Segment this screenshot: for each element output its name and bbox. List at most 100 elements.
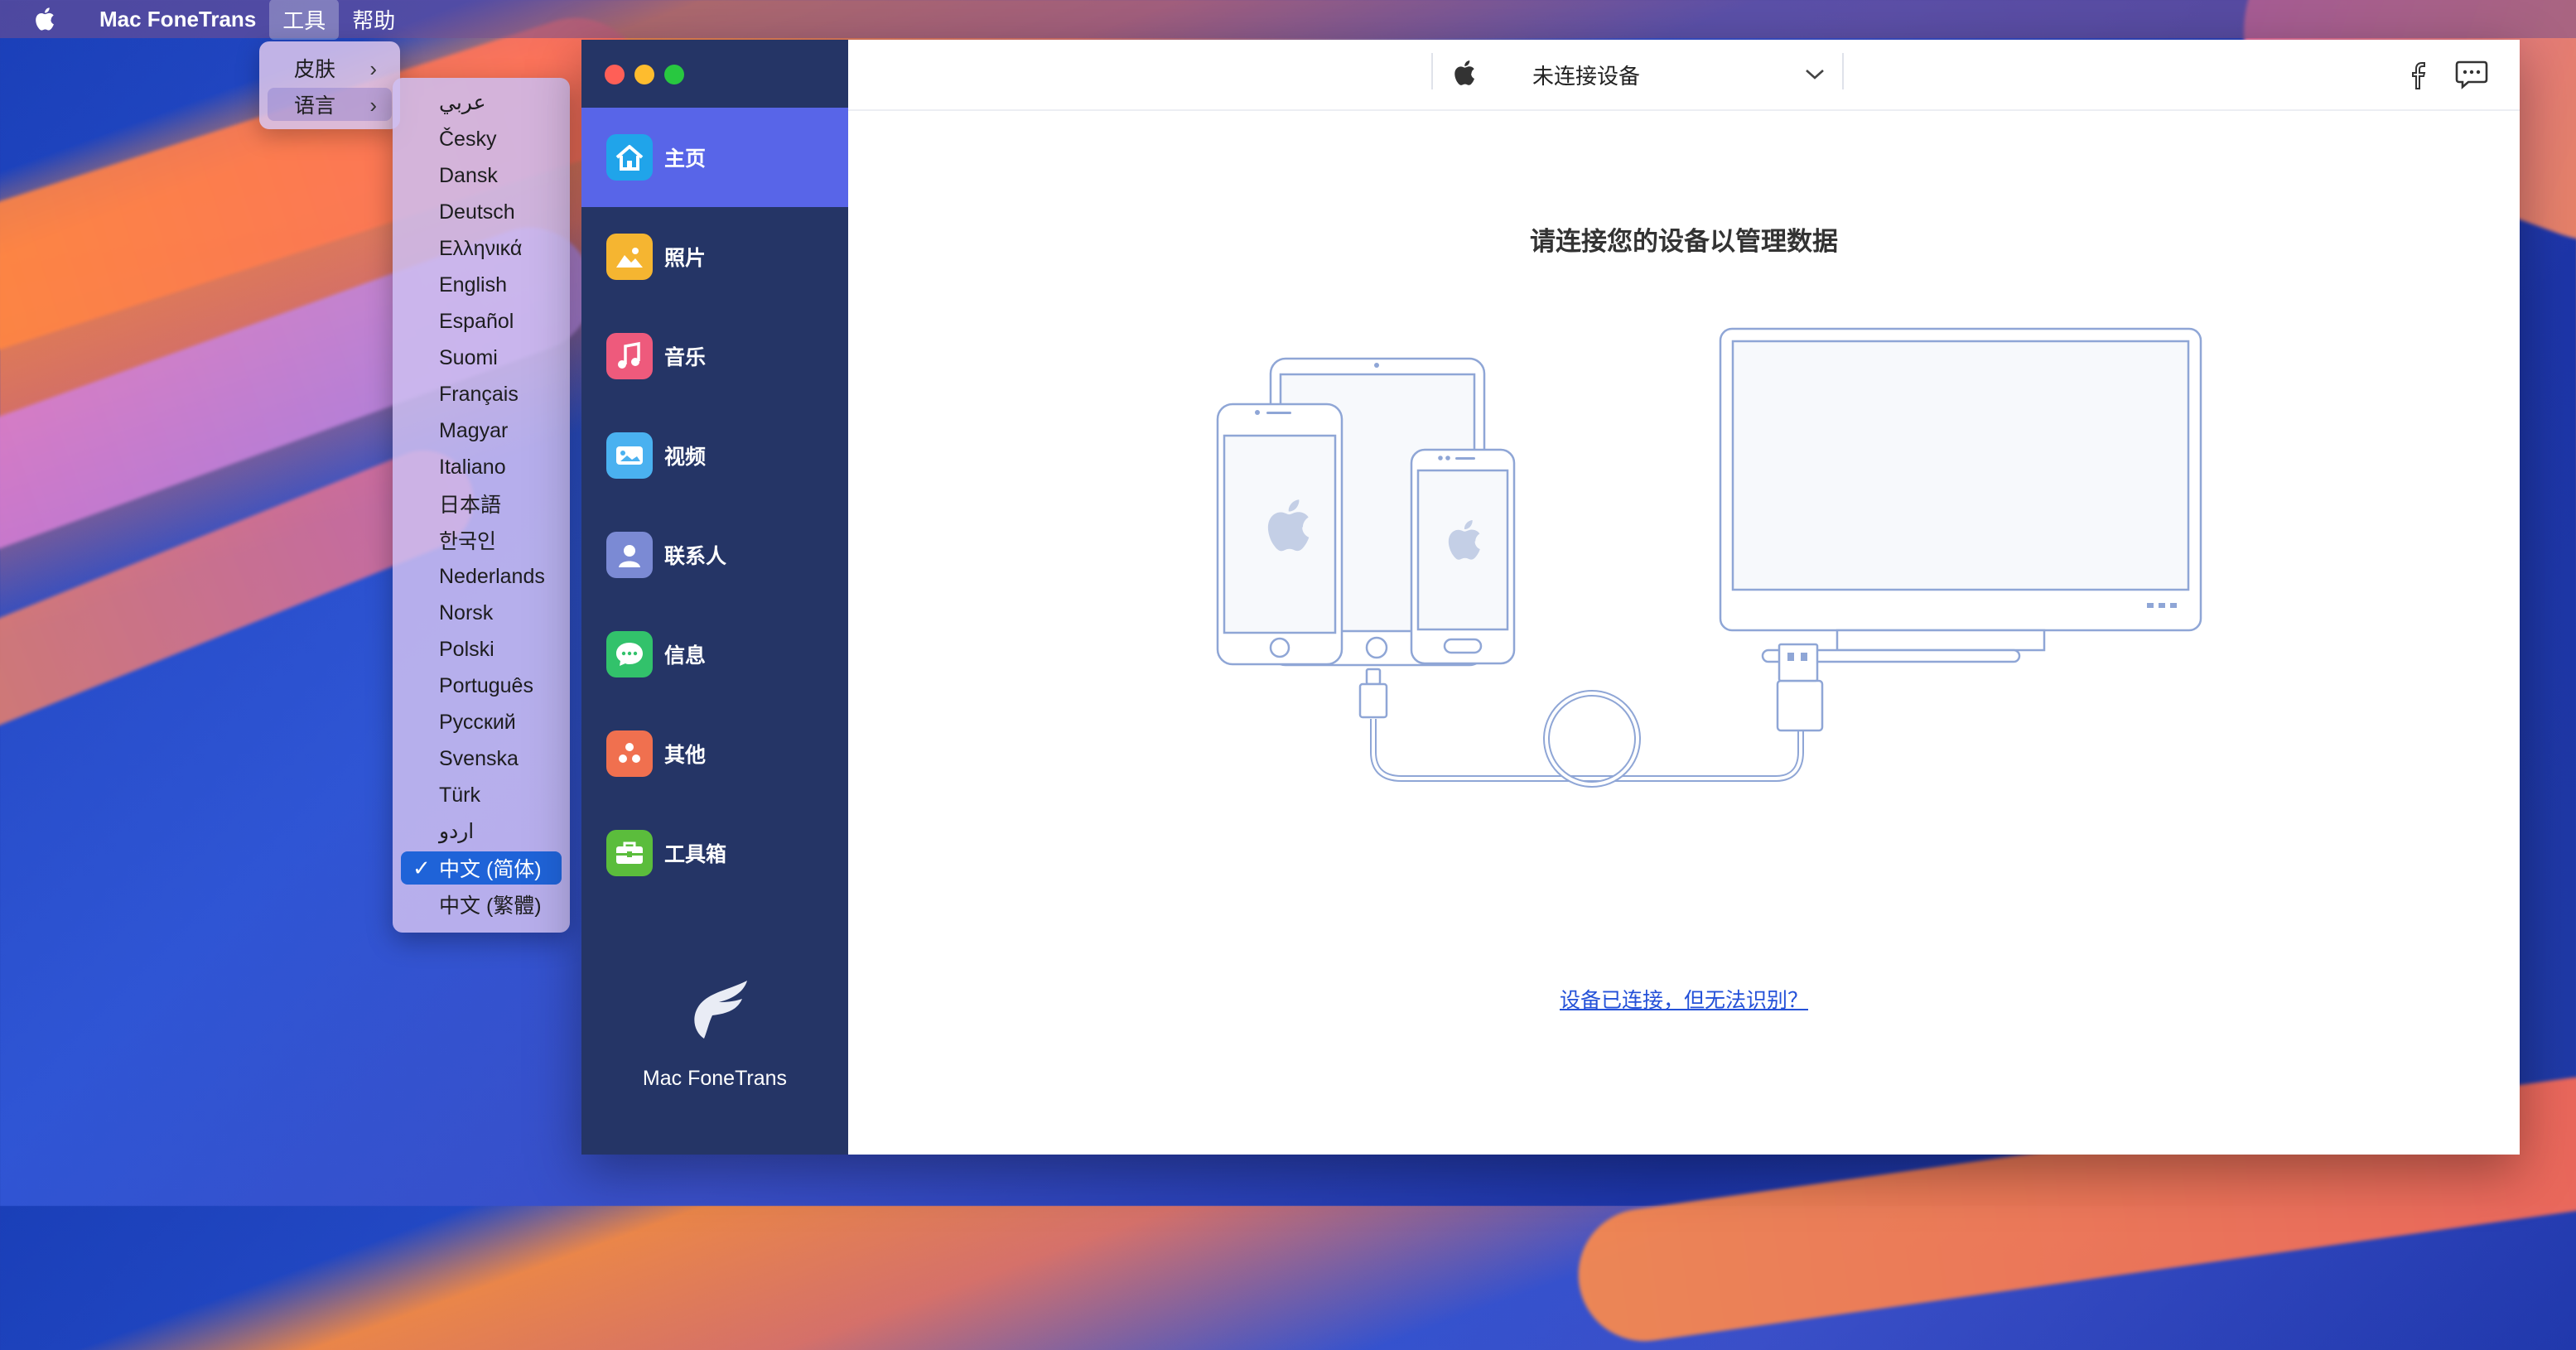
other-icon xyxy=(606,730,653,777)
language-label: Ελληνικά xyxy=(439,236,523,260)
sidebar-item-home[interactable]: 主页 xyxy=(581,108,848,207)
language-item[interactable]: English xyxy=(401,268,562,301)
toolbox-icon xyxy=(606,830,653,876)
sidebar-item-video[interactable]: 视频 xyxy=(581,406,848,505)
language-label: Česky xyxy=(439,127,497,151)
language-label: Dansk xyxy=(439,163,498,187)
language-item[interactable]: Česky xyxy=(401,123,562,156)
language-item[interactable]: Русский xyxy=(401,706,562,739)
language-label: Deutsch xyxy=(439,200,515,224)
language-item[interactable]: 한국인 xyxy=(401,523,562,557)
music-icon xyxy=(606,333,653,379)
tools-menu: 皮肤 › 语言 › xyxy=(259,41,400,129)
language-label: Polski xyxy=(439,637,494,661)
main-content: 未连接设备 请连接您的设备以管理数据 设备已连接，但无法识别？ xyxy=(848,40,2520,1155)
minimize-window-button[interactable] xyxy=(634,65,654,84)
divider xyxy=(1842,53,1844,89)
sidebar-item-label: 照片 xyxy=(664,247,707,270)
sidebar-item-label: 视频 xyxy=(664,446,707,469)
photo-icon xyxy=(606,234,653,280)
language-label: Italiano xyxy=(439,455,506,479)
brand-name: Mac FoneTrans xyxy=(642,1067,788,1090)
language-label: Magyar xyxy=(439,418,509,442)
menu-help[interactable]: 帮助 xyxy=(339,0,408,40)
menu-bar: Mac FoneTrans 工具 帮助 xyxy=(0,0,2576,40)
device-connection-illustration xyxy=(1216,327,2202,788)
sidebar-item-music[interactable]: 音乐 xyxy=(581,306,848,406)
apple-logo-icon[interactable] xyxy=(31,6,56,32)
language-label: Nederlands xyxy=(439,564,545,588)
facebook-icon[interactable] xyxy=(2409,60,2429,91)
chevron-down-icon[interactable] xyxy=(1804,68,1826,81)
apple-device-icon xyxy=(1454,60,1474,85)
menu-app-name[interactable]: Mac FoneTrans xyxy=(86,2,269,37)
language-item[interactable]: Dansk xyxy=(401,159,562,192)
language-item[interactable]: Nederlands xyxy=(401,560,562,593)
language-item[interactable]: عربي xyxy=(401,86,562,119)
chevron-right-icon: › xyxy=(369,56,377,81)
language-item[interactable]: Français xyxy=(401,378,562,411)
language-label: Español xyxy=(439,309,514,333)
language-item[interactable]: 日本語 xyxy=(401,487,562,520)
contacts-icon xyxy=(606,532,653,578)
language-item[interactable]: Svenska xyxy=(401,742,562,775)
device-selector[interactable]: 未连接设备 xyxy=(1532,60,1640,90)
sidebar-item-contacts[interactable]: 联系人 xyxy=(581,505,848,605)
language-item[interactable]: 中文 (繁體) xyxy=(401,888,562,921)
device-toolbar: 未连接设备 xyxy=(848,40,2520,111)
language-item[interactable]: Português xyxy=(401,669,562,702)
sidebar: 主页 照片 音乐 视频 联系人 信息 其他 工具箱 Mac FoneTrans xyxy=(581,40,848,1155)
close-window-button[interactable] xyxy=(605,65,625,84)
menu-tools[interactable]: 工具 xyxy=(269,0,340,40)
language-label: اردو xyxy=(439,820,475,843)
language-item[interactable]: Polski xyxy=(401,633,562,666)
language-item[interactable]: Español xyxy=(401,305,562,338)
language-label: Norsk xyxy=(439,600,494,624)
language-item[interactable]: Norsk xyxy=(401,596,562,629)
checkmark-icon: ✓ xyxy=(412,856,431,880)
video-icon xyxy=(606,432,653,479)
menu-item-label: 语言 xyxy=(294,94,336,118)
language-item[interactable]: Deutsch xyxy=(401,195,562,229)
language-item[interactable]: اردو xyxy=(401,815,562,848)
language-label: Português xyxy=(439,673,533,697)
language-label: Suomi xyxy=(439,345,498,369)
language-label: English xyxy=(439,272,507,297)
menu-item-language[interactable]: 语言 › xyxy=(268,88,392,121)
menu-item-skin[interactable]: 皮肤 › xyxy=(268,51,392,84)
divider xyxy=(1431,53,1433,89)
device-not-recognized-link[interactable]: 设备已连接，但无法识别？ xyxy=(848,984,2520,1014)
language-label: 中文 (简体) xyxy=(439,858,542,881)
sidebar-item-messages[interactable]: 信息 xyxy=(581,605,848,704)
chevron-right-icon: › xyxy=(369,93,377,118)
language-item[interactable]: Suomi xyxy=(401,341,562,374)
menu-item-label: 皮肤 xyxy=(294,58,336,81)
page-title: 请连接您的设备以管理数据 xyxy=(1530,227,1838,256)
language-label: عربي xyxy=(439,91,486,114)
fonetrans-logo-icon xyxy=(694,981,747,1039)
language-label: Türk xyxy=(439,783,480,807)
sidebar-item-other[interactable]: 其他 xyxy=(581,704,848,803)
sidebar-item-label: 音乐 xyxy=(664,346,707,369)
message-icon xyxy=(606,631,653,677)
sidebar-item-toolbox[interactable]: 工具箱 xyxy=(581,803,848,903)
sidebar-item-label: 联系人 xyxy=(664,545,727,568)
language-item[interactable]: Italiano xyxy=(401,451,562,484)
language-label: 한국인 xyxy=(439,530,497,553)
language-menu: عربي Česky Dansk Deutsch Ελληνικά Englis… xyxy=(393,78,570,933)
home-icon xyxy=(606,134,653,181)
sidebar-item-label: 主页 xyxy=(664,147,707,171)
language-item[interactable]: Türk xyxy=(401,779,562,812)
language-item[interactable]: Magyar xyxy=(401,414,562,447)
language-label: 中文 (繁體) xyxy=(439,894,542,918)
language-label: 日本語 xyxy=(439,494,502,517)
feedback-chat-icon[interactable] xyxy=(2455,60,2488,89)
zoom-window-button[interactable] xyxy=(664,65,684,84)
language-item[interactable]: Ελληνικά xyxy=(401,232,562,265)
language-label: Svenska xyxy=(439,746,519,770)
language-item-selected[interactable]: ✓ 中文 (简体) xyxy=(401,851,562,885)
sidebar-item-label: 工具箱 xyxy=(664,843,727,866)
sidebar-item-photos[interactable]: 照片 xyxy=(581,207,848,306)
app-window: 主页 照片 音乐 视频 联系人 信息 其他 工具箱 Mac FoneTrans … xyxy=(581,40,2520,1155)
language-label: Русский xyxy=(439,710,516,734)
